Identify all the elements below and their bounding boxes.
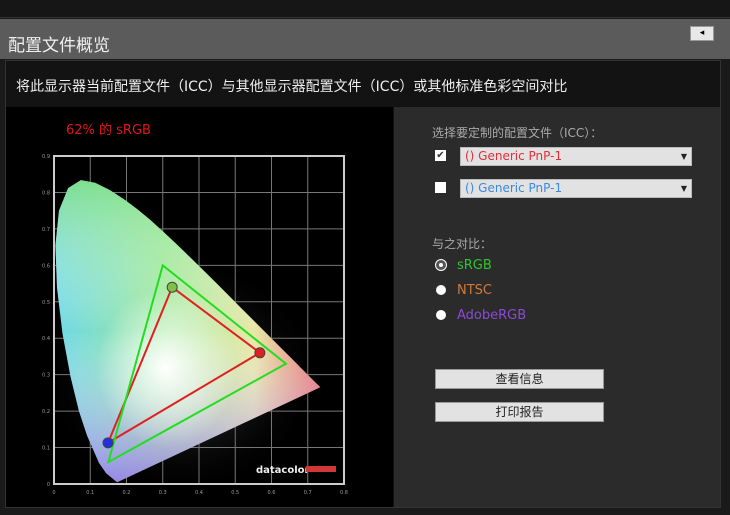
radio-adobergb[interactable] <box>436 310 446 320</box>
y-tick-label: 0.1 <box>42 446 50 452</box>
y-tick-label: 0.6 <box>42 263 50 269</box>
y-tick-label: 0.7 <box>42 227 50 233</box>
profile-1-value: () Generic PnP-1 <box>465 149 563 163</box>
white-point-glow <box>96 287 237 448</box>
cie-chart: 0 0.1 0.2 0.3 0.4 0.5 0.6 0.7 0.8 0 0.1 0.2 0.3 0.4 0.… <box>40 154 348 496</box>
profile-2-checkbox[interactable] <box>435 182 446 193</box>
datacolor-watermark: datacolor <box>256 465 310 476</box>
view-info-button[interactable]: 查看信息 <box>435 369 604 389</box>
x-tick-label: 0.1 <box>86 490 94 496</box>
primary-point <box>166 281 178 293</box>
compare-label: 与之对比： <box>432 237 493 251</box>
description-text: 将此显示器当前配置文件（ICC）与其他显示器配置文件（ICC）或其他标准色彩空间… <box>16 79 568 95</box>
y-tick-label: 0.4 <box>42 336 50 342</box>
option-ntsc-label[interactable]: NTSC <box>457 283 492 298</box>
collapse-button[interactable]: ◂ <box>690 26 714 41</box>
primary-point <box>254 347 266 359</box>
y-tick-label: 0.2 <box>42 409 50 415</box>
y-tick-label: 0.8 <box>42 190 50 196</box>
y-tick-label: 0.3 <box>42 373 50 379</box>
x-tick-label: 0.4 <box>195 490 203 496</box>
gamut-chart-area: 62% 的 sRGB 0 0.1 0.2 0.3 0.4 0.5 0.6 0.7 0.8 0 0.1… <box>6 107 393 507</box>
x-tick-label: 0.3 <box>159 490 167 496</box>
x-tick-label: 0.7 <box>304 490 312 496</box>
datacolor-bar <box>306 466 336 472</box>
profile-overview-panel: 将此显示器当前配置文件（ICC）与其他显示器配置文件（ICC）或其他标准色彩空间… <box>5 60 721 508</box>
y-tick-label: 0.9 <box>42 154 50 160</box>
y-tick-label: 0.5 <box>42 300 50 306</box>
y-tick-label: 0 <box>47 482 50 488</box>
option-srgb-label[interactable]: sRGB <box>457 258 492 273</box>
x-tick-label: 0.6 <box>268 490 276 496</box>
chevron-down-icon: ▼ <box>680 184 687 193</box>
x-tick-label: 0.2 <box>123 490 131 496</box>
settings-panel: 选择要定制的配置文件（ICC）： ✔ () Generic PnP-1 ▼ () … <box>394 107 720 507</box>
option-adobergb-label[interactable]: AdobeRGB <box>457 308 526 323</box>
page-title: 配置文件概览 <box>8 36 110 56</box>
print-report-button[interactable]: 打印报告 <box>435 402 604 422</box>
description-bar: 将此显示器当前配置文件（ICC）与其他显示器配置文件（ICC）或其他标准色彩空间… <box>6 61 720 106</box>
primary-point <box>102 437 114 449</box>
profile-2-value: () Generic PnP-1 <box>465 181 563 195</box>
section-header: 配置文件概览 ◂ <box>0 19 730 59</box>
x-tick-label: 0 <box>52 490 55 496</box>
chevron-down-icon: ▼ <box>680 152 687 161</box>
radio-srgb[interactable] <box>436 260 446 270</box>
select-profile-label: 选择要定制的配置文件（ICC）： <box>432 126 603 140</box>
profile-1-dropdown[interactable]: () Generic PnP-1 ▼ <box>460 147 692 166</box>
top-bar <box>0 0 730 18</box>
profile-2-dropdown[interactable]: () Generic PnP-1 ▼ <box>460 179 692 198</box>
profile-1-checkbox[interactable]: ✔ <box>435 150 446 161</box>
x-tick-label: 0.5 <box>231 490 239 496</box>
radio-ntsc[interactable] <box>436 285 446 295</box>
x-tick-label: 0.8 <box>340 490 348 496</box>
